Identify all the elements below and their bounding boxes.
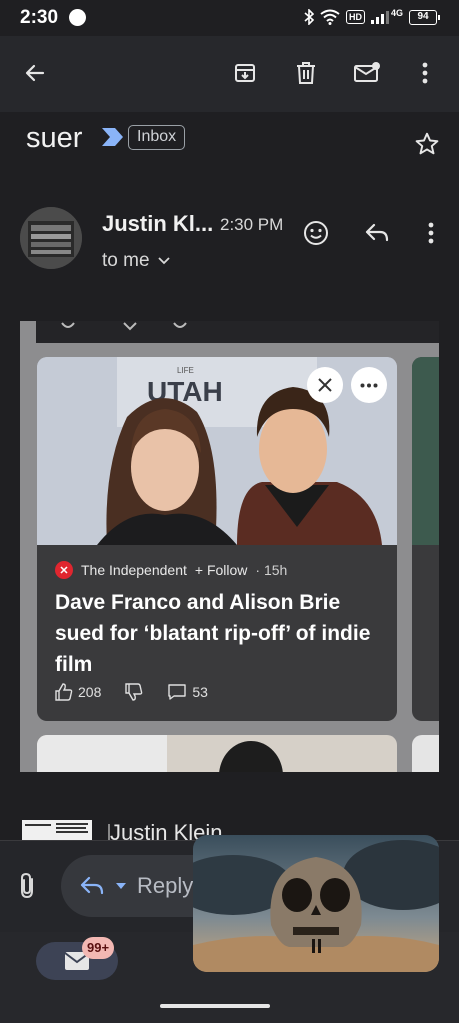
home-indicator[interactable] (160, 1004, 270, 1008)
photo-sign-top: LIFE (177, 366, 194, 375)
comments-button[interactable]: 53 (167, 683, 208, 701)
news-photo: LIFE UTAH (37, 357, 397, 545)
app-notification-icon (69, 9, 86, 26)
like-count: 208 (78, 684, 102, 700)
next-card-photo (412, 357, 439, 545)
avatar-image (20, 207, 82, 269)
back-button[interactable] (18, 56, 52, 90)
star-icon[interactable] (413, 131, 441, 157)
recipient-label: to me (102, 250, 150, 271)
news-card-row2[interactable] (37, 735, 397, 772)
reply-icon (80, 876, 104, 895)
card-options-button[interactable] (351, 367, 387, 403)
card-stats-row: 208 53 (55, 683, 208, 701)
email-subject: suer (26, 122, 83, 154)
mail-unread-badge: 99+ (82, 937, 115, 959)
pip-video-frame (193, 835, 439, 972)
more-vert-icon (428, 222, 434, 244)
thumbs-up-icon (55, 683, 73, 701)
card-source-row: ✕ The Independent + Follow · 15h (55, 561, 287, 579)
news-photo-illustration: LIFE UTAH (37, 357, 397, 545)
email-toolbar (0, 36, 459, 112)
article-title[interactable]: Dave Franco and Alison Brie sued for ‘bl… (55, 587, 385, 680)
archive-button[interactable] (228, 56, 262, 90)
reply-icon (365, 223, 389, 242)
quoted-thumbnail (22, 820, 92, 840)
emoji-reaction-button[interactable] (299, 216, 333, 250)
recipient-toggle[interactable]: to me (102, 250, 170, 272)
previous-card-icons (61, 322, 187, 331)
dismiss-card-button[interactable] (307, 367, 343, 403)
like-button[interactable]: 208 (55, 683, 101, 701)
previous-card-strip (36, 321, 439, 343)
bluetooth-icon (304, 9, 314, 25)
status-icons: HD 4G 94 (304, 8, 440, 26)
message-more-button[interactable] (414, 216, 448, 250)
follow-button[interactable]: + Follow (195, 562, 248, 578)
news-card: LIFE UTAH ✕ The Independent + Follow · 1… (37, 357, 397, 721)
reply-button[interactable] (360, 216, 394, 250)
row2-photo-person (219, 741, 283, 772)
comment-icon (168, 684, 187, 700)
more-horiz-icon (360, 383, 378, 387)
caret-down-icon (116, 883, 126, 889)
sender-avatar[interactable] (20, 207, 82, 269)
status-time: 2:30 (20, 7, 59, 28)
close-icon (318, 378, 332, 392)
reply-label: Reply (137, 873, 194, 898)
email-body-image: LIFE UTAH ✕ The Independent + Follow · 1… (20, 321, 439, 772)
independent-logo-icon: ✕ (55, 561, 73, 579)
subject-row: suer (0, 112, 459, 182)
email-time: 2:30 PM (220, 215, 284, 234)
picture-in-picture-video[interactable] (193, 835, 439, 972)
archive-icon (235, 64, 255, 82)
inbox-label-chip[interactable]: Inbox (128, 125, 186, 150)
delete-button[interactable] (289, 56, 323, 90)
hd-badge: HD (345, 10, 365, 24)
next-news-card[interactable] (412, 357, 439, 721)
chevron-down-icon (157, 257, 170, 265)
trash-icon (297, 62, 315, 84)
mail-unread-icon (354, 62, 380, 82)
battery-icon: 94 (409, 9, 440, 25)
status-bar: 2:30 HD 4G 94 (0, 0, 459, 36)
more-vert-icon (422, 62, 428, 84)
sender-name[interactable]: Justin Kl... (102, 211, 213, 237)
signal-icon (370, 11, 389, 24)
source-name[interactable]: The Independent (81, 562, 187, 578)
wifi-icon (320, 9, 340, 25)
emoji-icon (304, 221, 328, 245)
network-type: 4G (390, 8, 403, 18)
article-age: · 15h (255, 562, 288, 578)
arrow-left-icon (25, 64, 45, 82)
mark-unread-button[interactable] (350, 56, 384, 90)
row2-photo-left (37, 735, 167, 772)
news-card-row2-next[interactable] (412, 735, 439, 772)
comment-count: 53 (192, 684, 208, 700)
attachment-icon[interactable] (16, 872, 40, 900)
more-options-button[interactable] (408, 56, 442, 90)
importance-marker-icon[interactable] (102, 128, 124, 146)
dislike-button[interactable] (125, 683, 143, 701)
thumbs-down-icon (125, 683, 143, 701)
